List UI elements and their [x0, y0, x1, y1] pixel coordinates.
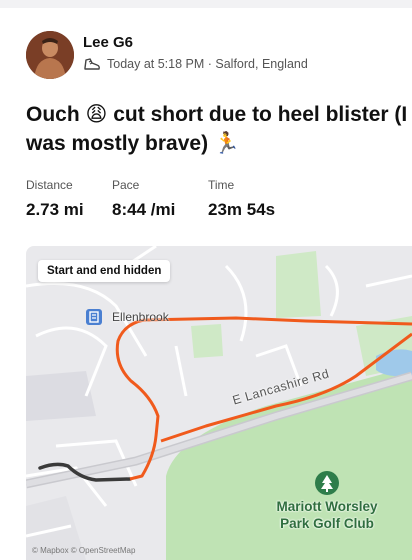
park-area — [191, 324, 223, 358]
start-end-hidden-badge: Start and end hidden — [38, 260, 171, 282]
map-credit: © Mapbox © OpenStreetMap — [32, 546, 136, 555]
stat-value: 2.73 mi — [26, 200, 84, 219]
activity-title[interactable]: Ouch 😩 cut short due to heel blister (I … — [26, 100, 410, 158]
residential-area — [26, 371, 96, 421]
shoe-icon — [83, 56, 101, 72]
top-divider — [0, 0, 412, 8]
post-header: Lee G6 Today at 5:18 PM · Salford, Engla… — [26, 31, 406, 81]
stat-label: Pace — [112, 178, 140, 192]
route-map[interactable]: Start and end hidden Ellenbrook E Lancas… — [26, 246, 412, 560]
activity-meta: Today at 5:18 PM · Salford, England — [83, 56, 308, 72]
stat-time: Time 23m 54s — [208, 178, 275, 220]
building-icon — [86, 309, 102, 325]
activity-stats: Distance 2.73 mi Pace 8:44 /mi Time 23m … — [26, 178, 301, 220]
golf-tree-icon — [315, 471, 339, 495]
place-label: Ellenbrook — [112, 310, 169, 324]
stat-label: Distance — [26, 178, 73, 192]
stat-pace: Pace 8:44 /mi — [112, 178, 182, 220]
golf-course-label: Mariott Worsley Park Golf Club — [276, 499, 378, 531]
stat-distance: Distance 2.73 mi — [26, 178, 86, 220]
activity-meta-text: Today at 5:18 PM · Salford, England — [107, 57, 308, 71]
park-area — [276, 251, 321, 318]
stat-value: 23m 54s — [208, 200, 276, 219]
athlete-name[interactable]: Lee G6 — [83, 34, 133, 51]
avatar[interactable] — [26, 31, 74, 79]
stat-label: Time — [208, 178, 235, 192]
stat-value: 8:44 /mi — [112, 200, 176, 219]
